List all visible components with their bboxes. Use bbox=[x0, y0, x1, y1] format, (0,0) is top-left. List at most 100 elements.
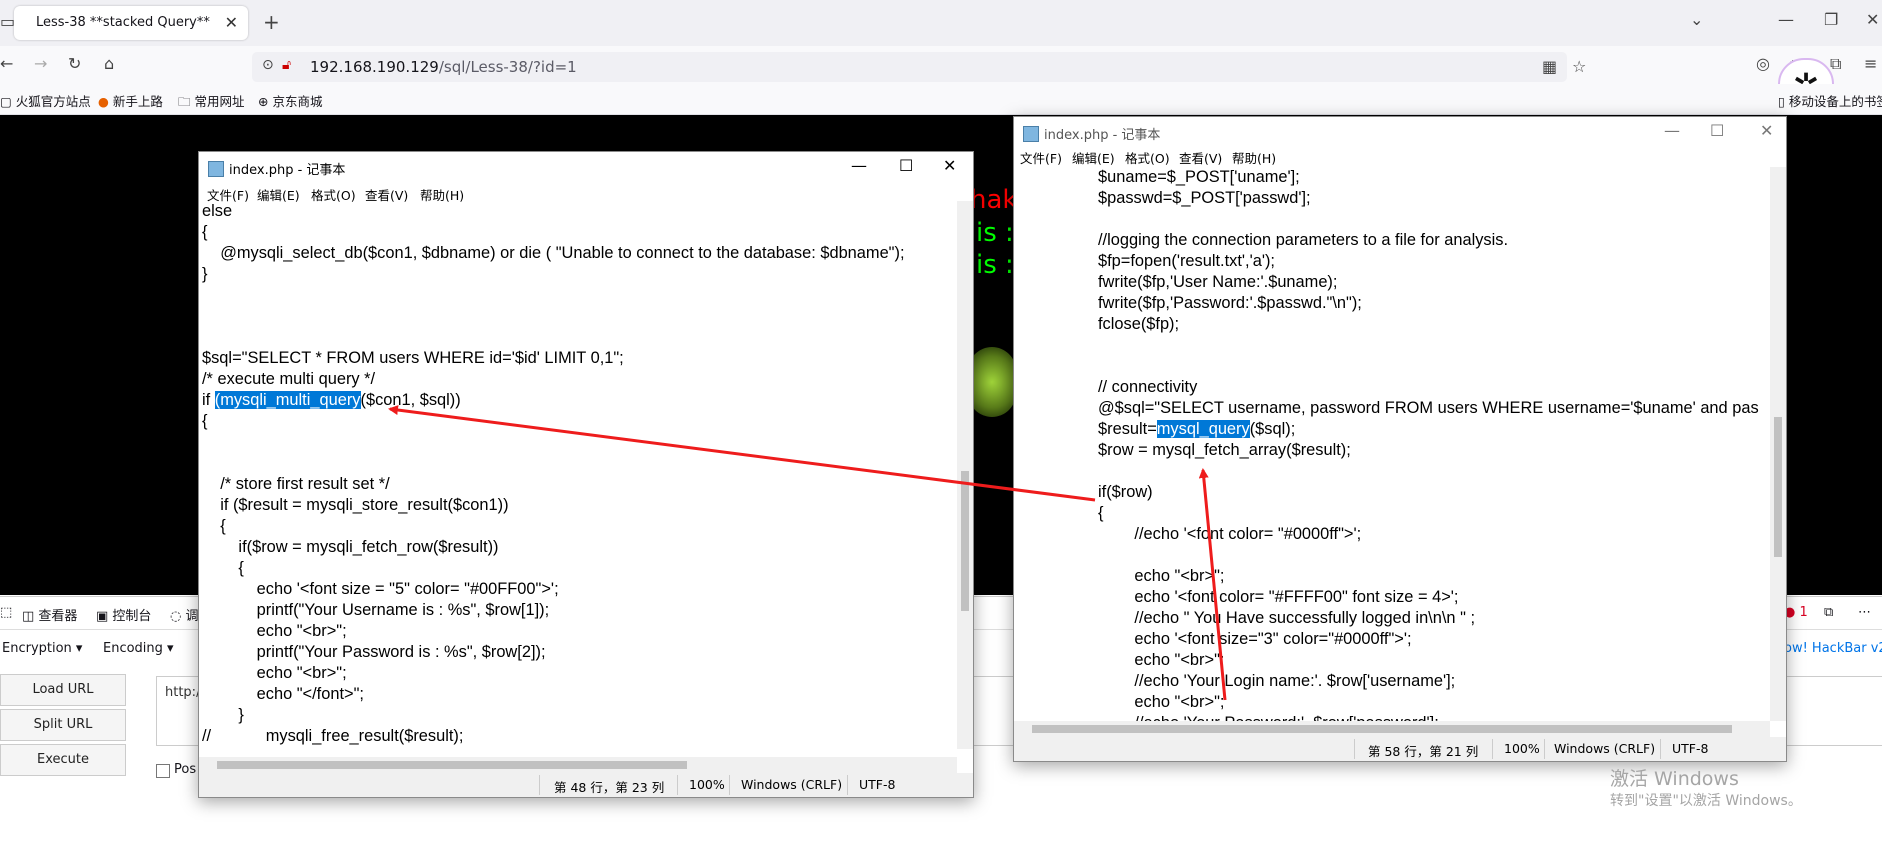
minimize-icon[interactable]: — bbox=[1664, 121, 1680, 140]
code-editor[interactable]: $uname=$_POST['uname']; $passwd=$_POST['… bbox=[1098, 167, 1770, 721]
page-text-fragment-1: hak bbox=[970, 185, 1018, 215]
code-line-multi-query: if (mysqli_multi_query($con1, $sql)) bbox=[202, 391, 461, 409]
status-divider bbox=[729, 775, 730, 795]
scrollbar-thumb[interactable] bbox=[1774, 417, 1782, 557]
qr-code-icon[interactable]: ▦ bbox=[1542, 57, 1557, 76]
code-line: fwrite($fp,'Password:'.$passwd."\n"); bbox=[1098, 294, 1362, 312]
code-line: printf("Your Password is : %s", $row[2])… bbox=[202, 643, 546, 661]
code-editor[interactable]: else { @mysqli_select_db($con1, $dbname)… bbox=[202, 201, 957, 749]
code-line: { bbox=[202, 412, 208, 430]
code-line: } bbox=[202, 706, 244, 724]
restore-icon[interactable]: ❐ bbox=[1824, 10, 1838, 29]
code-line: fwrite($fp,'User Name:'.$uname); bbox=[1098, 273, 1338, 291]
encryption-dropdown[interactable]: Encryption ▾ bbox=[2, 641, 82, 656]
tab-overflow-chevron-icon[interactable]: ⌄ bbox=[1690, 10, 1703, 29]
back-icon[interactable]: ← bbox=[0, 54, 13, 73]
browser-tab[interactable]: Less-38 **stacked Query** ✕ bbox=[14, 6, 248, 40]
encoding: UTF-8 bbox=[1672, 741, 1709, 756]
maximize-icon[interactable]: ☐ bbox=[1710, 121, 1724, 140]
scrollbar-thumb[interactable] bbox=[961, 471, 969, 611]
notepad-window-right: index.php - 记事本 — ☐ ✕ 文件(F) 编辑(E) 格式(O) … bbox=[1013, 116, 1787, 762]
devtools-picker-icon[interactable]: ⬚ bbox=[0, 605, 12, 620]
code-line: //echo 'Your Login name:'. $row['usernam… bbox=[1098, 672, 1456, 690]
menu-edit[interactable]: 编辑(E) bbox=[1072, 148, 1115, 167]
scrollbar-thumb[interactable] bbox=[217, 761, 687, 769]
vertical-scrollbar[interactable] bbox=[1770, 167, 1786, 721]
bookmark-getting-started[interactable]: ● 新手上路 bbox=[98, 91, 163, 110]
code-line: printf("Your Username is : %s", $row[1])… bbox=[202, 601, 550, 619]
line-ending: Windows (CRLF) bbox=[1554, 741, 1656, 756]
split-url-button[interactable]: Split URL bbox=[0, 709, 126, 741]
close-icon[interactable]: ✕ bbox=[943, 156, 956, 175]
code-line: { bbox=[202, 559, 244, 577]
code-line-mysql-query: $result=mysql_query($sql); bbox=[1098, 420, 1296, 438]
close-icon[interactable]: ✕ bbox=[1760, 121, 1773, 140]
site-info-icon[interactable]: ⊙ bbox=[262, 57, 274, 73]
watermark-subtitle: 转到"设置"以激活 Windows。 bbox=[1610, 793, 1802, 809]
code-line: if ($result = mysqli_store_result($con1)… bbox=[202, 496, 509, 514]
menu-help[interactable]: 帮助(H) bbox=[1232, 148, 1276, 167]
scrollbar-thumb[interactable] bbox=[1032, 725, 1732, 733]
devtools-more-icon[interactable]: ⋯ bbox=[1858, 605, 1871, 620]
code-line: echo "</font>"; bbox=[202, 685, 364, 703]
new-tab-icon[interactable]: + bbox=[263, 10, 280, 34]
code-line: { bbox=[202, 517, 226, 535]
code-line: echo "<br>"; bbox=[1098, 651, 1225, 669]
code-line: $fp=fopen('result.txt','a'); bbox=[1098, 252, 1275, 270]
tab-console[interactable]: ▣ 控制台 bbox=[96, 605, 151, 624]
status-bar: 第 58 行，第 21 列 100% Windows (CRLF) UTF-8 bbox=[1014, 737, 1786, 761]
tab-title: Less-38 **stacked Query** bbox=[36, 15, 210, 30]
notepad-app-icon bbox=[208, 161, 224, 177]
horizontal-scrollbar[interactable] bbox=[1014, 721, 1770, 737]
post-data-checkbox[interactable] bbox=[156, 764, 170, 778]
vertical-scrollbar[interactable] bbox=[957, 201, 973, 749]
code-line: fclose($fp); bbox=[1098, 315, 1180, 333]
menu-icon[interactable]: ≡ bbox=[1864, 54, 1877, 73]
forward-icon[interactable]: → bbox=[34, 54, 47, 73]
tab-debugger[interactable]: ◌ 调 bbox=[170, 605, 199, 624]
window-title: index.php - 记事本 bbox=[1044, 128, 1161, 143]
reload-icon[interactable]: ↻ bbox=[68, 54, 81, 73]
code-line: $passwd=$_POST['passwd']; bbox=[1098, 189, 1311, 207]
bookmark-firefox-site[interactable]: ▢ 火狐官方站点 bbox=[0, 91, 91, 110]
window-title: index.php - 记事本 bbox=[229, 163, 346, 178]
code-line: { bbox=[202, 223, 208, 241]
bookmark-common-links[interactable]: 🗀︎ 常用网址 bbox=[178, 91, 245, 114]
horizontal-scrollbar[interactable] bbox=[199, 757, 957, 773]
tab-list-icon[interactable]: ▭ bbox=[0, 12, 15, 31]
cursor-position: 第 48 行，第 23 列 bbox=[554, 780, 665, 795]
menu-view[interactable]: 查看(V) bbox=[1179, 148, 1222, 167]
url-text: 192.168.190.129/sql/Less-38/?id=1 bbox=[310, 58, 577, 76]
encoding-dropdown[interactable]: Encoding ▾ bbox=[103, 641, 174, 656]
dock-icon[interactable]: ⧉ bbox=[1824, 605, 1833, 620]
home-icon[interactable]: ⌂ bbox=[104, 54, 114, 73]
cursor-position: 第 58 行，第 21 列 bbox=[1368, 744, 1479, 759]
window-close-icon[interactable]: ✕ bbox=[1866, 10, 1879, 29]
insecure-lock-icon[interactable]: 🔓︎ bbox=[282, 57, 291, 73]
hackbar-brand: ow! HackBar v2 bbox=[1784, 641, 1882, 656]
bookmark-star-icon[interactable]: ☆ bbox=[1572, 57, 1586, 76]
bookmarks-bar: ▢ 火狐官方站点 ● 新手上路 🗀︎ 常用网址 ⊕ 京东商城 ▯ 移动设备上的书… bbox=[0, 84, 1882, 115]
execute-button[interactable]: Execute bbox=[0, 744, 126, 776]
load-url-button[interactable]: Load URL bbox=[0, 674, 126, 706]
menu-format[interactable]: 格式(O) bbox=[1125, 148, 1170, 167]
tab-bar: ▭ Less-38 **stacked Query** ✕ + ⌄ — ❐ ✕ bbox=[0, 0, 1882, 46]
status-divider bbox=[847, 775, 848, 795]
extensions-icon[interactable]: ⧉ bbox=[1830, 54, 1841, 74]
minimize-icon[interactable]: — bbox=[851, 156, 867, 175]
bookmark-mobile[interactable]: ▯ 移动设备上的书签 bbox=[1778, 91, 1882, 110]
tab-inspector[interactable]: ◫ 查看器 bbox=[22, 605, 77, 624]
maximize-icon[interactable]: ☐ bbox=[899, 156, 913, 175]
minimize-icon[interactable]: — bbox=[1778, 10, 1794, 29]
bookmark-jd[interactable]: ⊕ 京东商城 bbox=[258, 91, 322, 110]
close-tab-icon[interactable]: ✕ bbox=[225, 13, 238, 32]
line-ending: Windows (CRLF) bbox=[741, 777, 843, 792]
account-circle-icon[interactable]: ◎ bbox=[1756, 54, 1770, 73]
url-bar[interactable]: ⊙ 🔓︎ 192.168.190.129/sql/Less-38/?id=1 ▦… bbox=[252, 52, 1586, 82]
status-divider bbox=[1492, 739, 1493, 759]
menu-file[interactable]: 文件(F) bbox=[1020, 148, 1062, 167]
error-count-badge[interactable]: ● 1 bbox=[1784, 605, 1808, 620]
code-line: //logging the connection parameters to a… bbox=[1098, 231, 1508, 249]
url-path: /sql/Less-38/?id=1 bbox=[438, 58, 577, 76]
code-line: } bbox=[202, 265, 208, 283]
